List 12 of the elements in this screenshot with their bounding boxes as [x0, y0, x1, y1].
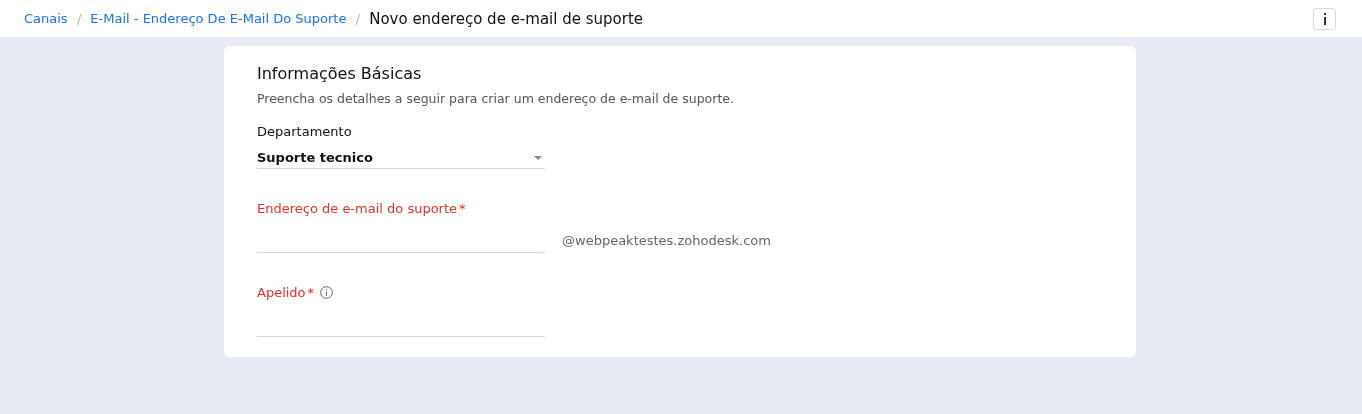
field-label: Endereço de e-mail do suporte*: [257, 201, 466, 216]
breadcrumb-separator: /: [76, 10, 82, 27]
section-description: Preencha os detalhes a seguir para criar um endereço de e-mail de suporte.: [257, 91, 735, 106]
section-title: Informações Básicas: [257, 64, 423, 83]
field-label: Departamento: [257, 124, 352, 139]
department-dropdown[interactable]: Suporte tecnico: [257, 147, 545, 169]
breadcrumb-link[interactable]: Canais: [24, 11, 68, 26]
page-title: Novo endereço de e-mail de suporte: [369, 9, 643, 28]
field-label: Apelido*: [257, 285, 315, 300]
email-domain: @webpeaktestes.zohodesk.com: [562, 233, 771, 248]
breadcrumb-separator: /: [355, 10, 361, 27]
breadcrumb-link[interactable]: E-Mail - Endereço De E-Mail Do Suporte: [90, 11, 347, 26]
